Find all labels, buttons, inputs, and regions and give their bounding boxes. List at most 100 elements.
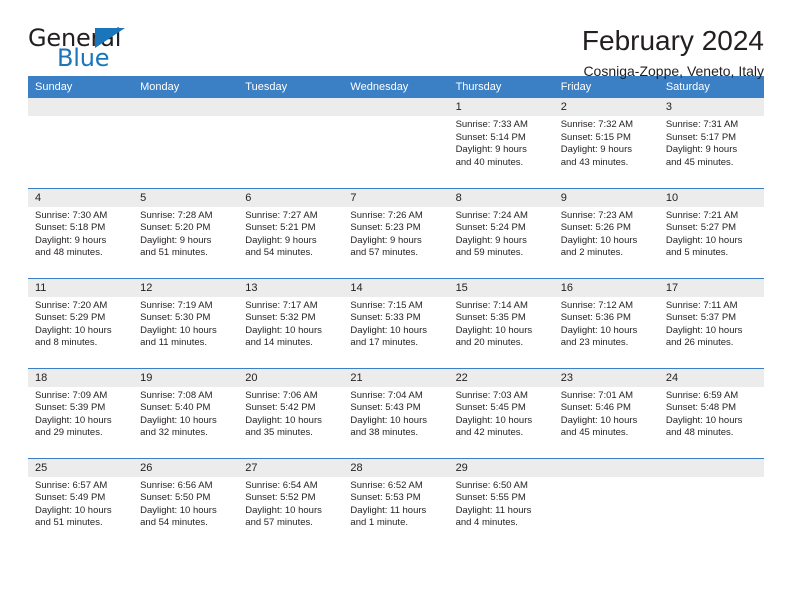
calendar-body: 1 Sunrise: 7:33 AM Sunset: 5:14 PM Daylight…	[28, 98, 764, 548]
day-number: 9	[553, 188, 659, 207]
calendar-day-cell[interactable]: 25 Sunrise: 6:57 AM Sunset: 5:49 PM Dayligh…	[28, 457, 134, 548]
day-cell-inner: 18 Sunrise: 7:09 AM Sunset: 5:39 PM Dayligh…	[28, 368, 134, 458]
daylight-text-line2: and 43 minutes.	[560, 156, 629, 168]
sunrise-text: Sunrise: 7:27 AM	[245, 209, 318, 221]
daylight-text-line2: and 29 minutes.	[35, 427, 103, 439]
page-subtitle: Cosniga-Zoppe, Veneto, Italy	[583, 63, 764, 80]
day-cell-inner: 9 Sunrise: 7:23 AM Sunset: 5:26 PM Daylight…	[553, 188, 659, 278]
day-number	[343, 98, 449, 116]
calendar-day-cell[interactable]: 28 Sunrise: 6:52 AM Sunset: 5:53 PM Dayligh…	[343, 457, 449, 548]
calendar-day-cell[interactable]: 14 Sunrise: 7:15 AM Sunset: 5:33 PM Dayligh…	[343, 277, 449, 368]
calendar-week-row: 11 Sunrise: 7:20 AM Sunset: 5:29 PM Dayligh…	[28, 277, 764, 368]
calendar-day-cell[interactable]: 18 Sunrise: 7:09 AM Sunset: 5:39 PM Dayligh…	[28, 367, 134, 458]
calendar-day-cell[interactable]: 4 Sunrise: 7:30 AM Sunset: 5:18 PM Daylight…	[28, 187, 134, 278]
calendar-day-cell[interactable]: 8 Sunrise: 7:24 AM Sunset: 5:24 PM Daylight…	[448, 187, 554, 278]
day-cell-inner: 11 Sunrise: 7:20 AM Sunset: 5:29 PM Dayligh…	[28, 278, 134, 368]
sunset-text: Sunset: 5:53 PM	[350, 492, 421, 504]
general-blue-logo[interactable]: General Blue	[28, 26, 148, 74]
day-sun-info: Sunrise: 7:11 AM Sunset: 5:37 PM Daylight:…	[659, 297, 764, 350]
daylight-text-line2: and 32 minutes.	[140, 427, 208, 439]
daylight-text-line1: Daylight: 10 hours	[140, 504, 217, 516]
sunrise-text: Sunrise: 7:08 AM	[140, 389, 213, 401]
daylight-text-line2: and 54 minutes.	[245, 247, 313, 259]
calendar-day-cell[interactable]: 6 Sunrise: 7:27 AM Sunset: 5:21 PM Daylight…	[238, 187, 344, 278]
day-number: 16	[553, 278, 659, 297]
day-sun-info: Sunrise: 7:06 AM Sunset: 5:42 PM Daylight:…	[238, 387, 343, 440]
daylight-text-line1: Daylight: 10 hours	[455, 414, 533, 426]
calendar-day-cell[interactable]: 2 Sunrise: 7:32 AM Sunset: 5:15 PM Daylight…	[553, 98, 659, 188]
calendar-day-cell[interactable]: 12 Sunrise: 7:19 AM Sunset: 5:30 PM Dayligh…	[133, 277, 239, 368]
calendar-day-cell[interactable]: 27 Sunrise: 6:54 AM Sunset: 5:52 PM Dayligh…	[238, 457, 344, 549]
day-cell-inner: 6 Sunrise: 7:27 AM Sunset: 5:21 PM Daylight…	[238, 188, 344, 278]
weekday-header-tuesday: Tuesday	[238, 76, 344, 98]
daylight-text-line2: and 35 minutes.	[245, 427, 313, 439]
sunset-text: Sunset: 5:39 PM	[35, 402, 106, 414]
daylight-text-line2: and 1 minute.	[350, 517, 408, 529]
calendar-day-cell[interactable]: 1 Sunrise: 7:33 AM Sunset: 5:14 PM Daylight…	[448, 98, 554, 188]
day-number: 13	[238, 278, 344, 297]
day-number: 27	[238, 458, 344, 477]
daylight-text-line1: Daylight: 9 hours	[560, 144, 632, 156]
day-sun-info: Sunrise: 7:23 AM Sunset: 5:26 PM Daylight:…	[554, 207, 659, 260]
calendar-day-cell[interactable]: 11 Sunrise: 7:20 AM Sunset: 5:29 PM Dayligh…	[28, 277, 134, 368]
calendar-day-cell[interactable]: 20 Sunrise: 7:06 AM Sunset: 5:42 PM Dayligh…	[238, 367, 344, 458]
day-cell-inner: 15 Sunrise: 7:14 AM Sunset: 5:35 PM Dayligh…	[448, 278, 554, 368]
sunrise-text: Sunrise: 7:03 AM	[455, 389, 528, 401]
calendar-day-cell[interactable]: 22 Sunrise: 7:03 AM Sunset: 5:45 PM Dayligh…	[448, 367, 554, 458]
daylight-text-line1: Daylight: 9 hours	[245, 234, 317, 246]
calendar-day-cell[interactable]: 29 Sunrise: 6:50 AM Sunset: 5:55 PM Dayligh…	[448, 457, 554, 548]
daylight-text-line1: Daylight: 9 hours	[455, 144, 527, 156]
calendar-day-cell[interactable]: 19 Sunrise: 7:08 AM Sunset: 5:40 PM Dayligh…	[133, 367, 239, 458]
calendar-day-cell[interactable]: 21 Sunrise: 7:04 AM Sunset: 5:43 PM Dayligh…	[343, 367, 449, 458]
sunrise-text: Sunrise: 7:32 AM	[560, 119, 634, 130]
sunset-text: Sunset: 5:17 PM	[665, 131, 737, 143]
day-sun-info: Sunrise: 6:54 AM Sunset: 5:52 PM Daylight:…	[238, 477, 343, 530]
sunset-text: Sunset: 5:21 PM	[245, 222, 316, 234]
daylight-text-line1: Daylight: 10 hours	[350, 414, 427, 426]
sunset-text: Sunset: 5:14 PM	[455, 131, 526, 143]
calendar-day-cell[interactable]: 15 Sunrise: 7:14 AM Sunset: 5:35 PM Dayligh…	[448, 277, 554, 368]
sunset-text: Sunset: 5:32 PM	[245, 312, 316, 324]
calendar-day-cell[interactable]: 10 Sunrise: 7:21 AM Sunset: 5:27 PM Dayligh…	[658, 187, 764, 278]
daylight-text-line2: and 26 minutes.	[665, 337, 734, 349]
sunrise-text: Sunrise: 7:28 AM	[140, 209, 213, 221]
day-number: 26	[133, 458, 239, 477]
sunrise-text: Sunrise: 7:04 AM	[350, 389, 423, 401]
calendar-day-cell[interactable]: 24 Sunrise: 6:59 AM Sunset: 5:48 PM Dayligh…	[658, 367, 764, 458]
day-sun-info: Sunrise: 7:26 AM Sunset: 5:23 PM Daylight:…	[343, 207, 448, 260]
sunrise-text: Sunrise: 7:19 AM	[140, 299, 213, 311]
calendar-day-cell[interactable]: 3 Sunrise: 7:31 AM Sunset: 5:17 PM Daylight…	[658, 98, 764, 188]
calendar-day-cell[interactable]: 13 Sunrise: 7:17 AM Sunset: 5:32 PM Dayligh…	[238, 277, 344, 368]
day-sun-info: Sunrise: 7:21 AM Sunset: 5:27 PM Daylight:…	[659, 207, 764, 260]
sunrise-text: Sunrise: 6:52 AM	[350, 479, 423, 491]
calendar-day-cell[interactable]: 7 Sunrise: 7:26 AM Sunset: 5:23 PM Daylight…	[343, 187, 449, 278]
sunset-text: Sunset: 5:40 PM	[140, 402, 211, 414]
day-cell-inner: 3 Sunrise: 7:31 AM Sunset: 5:17 PM Daylight…	[658, 98, 764, 188]
daylight-text-line1: Daylight: 11 hours	[350, 504, 427, 516]
sunrise-text: Sunrise: 7:09 AM	[35, 389, 108, 401]
calendar-day-cell[interactable]: 17 Sunrise: 7:11 AM Sunset: 5:37 PM Dayligh…	[658, 277, 764, 368]
calendar-day-cell[interactable]: 26 Sunrise: 6:56 AM Sunset: 5:50 PM Dayligh…	[133, 457, 239, 548]
daylight-text-line1: Daylight: 10 hours	[560, 324, 638, 336]
calendar-day-cell[interactable]: 9 Sunrise: 7:23 AM Sunset: 5:26 PM Daylight…	[553, 187, 659, 278]
day-cell-inner: 23 Sunrise: 7:01 AM Sunset: 5:46 PM Dayligh…	[553, 368, 659, 458]
day-cell-inner	[28, 98, 134, 188]
calendar-day-cell[interactable]: 5 Sunrise: 7:28 AM Sunset: 5:20 PM Daylight…	[133, 187, 239, 278]
sunrise-text: Sunrise: 6:57 AM	[35, 479, 108, 491]
sunset-text: Sunset: 5:48 PM	[665, 402, 737, 414]
sunset-text: Sunset: 5:18 PM	[35, 222, 106, 234]
calendar-day-cell[interactable]: 23 Sunrise: 7:01 AM Sunset: 5:46 PM Dayligh…	[553, 367, 659, 458]
daylight-text-line2: and 8 minutes.	[35, 337, 98, 349]
day-number: 18	[28, 368, 134, 387]
day-number: 3	[658, 98, 764, 116]
daylight-text-line1: Daylight: 10 hours	[455, 324, 533, 336]
sunrise-text: Sunrise: 7:31 AM	[665, 119, 739, 130]
calendar-empty-cell	[343, 98, 449, 188]
calendar-empty-cell	[553, 457, 659, 548]
day-cell-inner: 27 Sunrise: 6:54 AM Sunset: 5:52 PM Dayligh…	[238, 458, 344, 549]
calendar-day-cell[interactable]: 16 Sunrise: 7:12 AM Sunset: 5:36 PM Dayligh…	[553, 277, 659, 368]
day-cell-inner: 21 Sunrise: 7:04 AM Sunset: 5:43 PM Dayligh…	[343, 368, 449, 458]
day-cell-inner: 22 Sunrise: 7:03 AM Sunset: 5:45 PM Dayligh…	[448, 368, 554, 458]
day-cell-inner: 14 Sunrise: 7:15 AM Sunset: 5:33 PM Dayligh…	[343, 278, 449, 368]
day-sun-info: Sunrise: 7:04 AM Sunset: 5:43 PM Daylight:…	[343, 387, 448, 440]
